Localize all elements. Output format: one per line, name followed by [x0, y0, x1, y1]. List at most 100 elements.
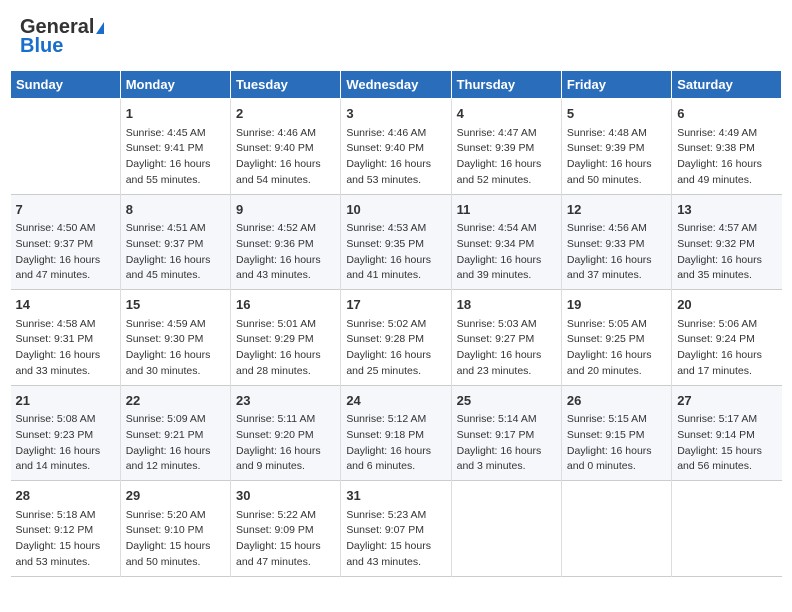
page-header: General Blue — [10, 10, 782, 64]
calendar-cell — [11, 99, 121, 195]
cell-content: Sunrise: 5:01 AMSunset: 9:29 PMDaylight:… — [236, 317, 335, 380]
logo: General Blue — [20, 16, 104, 58]
cell-content: Sunrise: 4:59 AMSunset: 9:30 PMDaylight:… — [126, 317, 225, 380]
calendar-cell: 20Sunrise: 5:06 AMSunset: 9:24 PMDayligh… — [672, 290, 782, 386]
calendar-cell: 8Sunrise: 4:51 AMSunset: 9:37 PMDaylight… — [120, 194, 230, 290]
day-header-wednesday: Wednesday — [341, 71, 451, 99]
day-number: 30 — [236, 486, 335, 506]
calendar-cell — [672, 481, 782, 577]
cell-content: Sunrise: 4:45 AMSunset: 9:41 PMDaylight:… — [126, 126, 225, 189]
cell-content: Sunrise: 5:15 AMSunset: 9:15 PMDaylight:… — [567, 412, 666, 475]
calendar-header-row: SundayMondayTuesdayWednesdayThursdayFrid… — [11, 71, 782, 99]
day-number: 5 — [567, 104, 666, 124]
calendar-week-row: 28Sunrise: 5:18 AMSunset: 9:12 PMDayligh… — [11, 481, 782, 577]
day-number: 22 — [126, 391, 225, 411]
cell-content: Sunrise: 5:11 AMSunset: 9:20 PMDaylight:… — [236, 412, 335, 475]
calendar-week-row: 7Sunrise: 4:50 AMSunset: 9:37 PMDaylight… — [11, 194, 782, 290]
cell-content: Sunrise: 4:54 AMSunset: 9:34 PMDaylight:… — [457, 221, 556, 284]
calendar-cell: 21Sunrise: 5:08 AMSunset: 9:23 PMDayligh… — [11, 385, 121, 481]
day-number: 12 — [567, 200, 666, 220]
day-number: 23 — [236, 391, 335, 411]
day-number: 15 — [126, 295, 225, 315]
calendar-cell: 22Sunrise: 5:09 AMSunset: 9:21 PMDayligh… — [120, 385, 230, 481]
day-number: 19 — [567, 295, 666, 315]
day-number: 25 — [457, 391, 556, 411]
day-number: 14 — [16, 295, 115, 315]
day-number: 9 — [236, 200, 335, 220]
calendar-cell: 24Sunrise: 5:12 AMSunset: 9:18 PMDayligh… — [341, 385, 451, 481]
day-number: 27 — [677, 391, 776, 411]
calendar-cell: 16Sunrise: 5:01 AMSunset: 9:29 PMDayligh… — [231, 290, 341, 386]
day-number: 1 — [126, 104, 225, 124]
cell-content: Sunrise: 4:48 AMSunset: 9:39 PMDaylight:… — [567, 126, 666, 189]
day-number: 10 — [346, 200, 445, 220]
cell-content: Sunrise: 4:51 AMSunset: 9:37 PMDaylight:… — [126, 221, 225, 284]
cell-content: Sunrise: 4:58 AMSunset: 9:31 PMDaylight:… — [16, 317, 115, 380]
calendar-cell: 7Sunrise: 4:50 AMSunset: 9:37 PMDaylight… — [11, 194, 121, 290]
logo-blue: Blue — [20, 35, 63, 58]
day-number: 31 — [346, 486, 445, 506]
cell-content: Sunrise: 5:23 AMSunset: 9:07 PMDaylight:… — [346, 508, 445, 571]
day-number: 29 — [126, 486, 225, 506]
day-number: 28 — [16, 486, 115, 506]
day-number: 17 — [346, 295, 445, 315]
calendar-week-row: 1Sunrise: 4:45 AMSunset: 9:41 PMDaylight… — [11, 99, 782, 195]
cell-content: Sunrise: 5:17 AMSunset: 9:14 PMDaylight:… — [677, 412, 776, 475]
calendar-cell: 23Sunrise: 5:11 AMSunset: 9:20 PMDayligh… — [231, 385, 341, 481]
cell-content: Sunrise: 5:18 AMSunset: 9:12 PMDaylight:… — [16, 508, 115, 571]
calendar-cell: 19Sunrise: 5:05 AMSunset: 9:25 PMDayligh… — [561, 290, 671, 386]
cell-content: Sunrise: 4:52 AMSunset: 9:36 PMDaylight:… — [236, 221, 335, 284]
calendar-cell: 27Sunrise: 5:17 AMSunset: 9:14 PMDayligh… — [672, 385, 782, 481]
logo-triangle-icon — [96, 22, 104, 34]
cell-content: Sunrise: 5:08 AMSunset: 9:23 PMDaylight:… — [16, 412, 115, 475]
cell-content: Sunrise: 5:02 AMSunset: 9:28 PMDaylight:… — [346, 317, 445, 380]
day-number: 13 — [677, 200, 776, 220]
cell-content: Sunrise: 5:14 AMSunset: 9:17 PMDaylight:… — [457, 412, 556, 475]
cell-content: Sunrise: 5:20 AMSunset: 9:10 PMDaylight:… — [126, 508, 225, 571]
day-header-tuesday: Tuesday — [231, 71, 341, 99]
cell-content: Sunrise: 5:22 AMSunset: 9:09 PMDaylight:… — [236, 508, 335, 571]
cell-content: Sunrise: 5:05 AMSunset: 9:25 PMDaylight:… — [567, 317, 666, 380]
calendar-cell: 17Sunrise: 5:02 AMSunset: 9:28 PMDayligh… — [341, 290, 451, 386]
calendar-cell: 29Sunrise: 5:20 AMSunset: 9:10 PMDayligh… — [120, 481, 230, 577]
cell-content: Sunrise: 5:06 AMSunset: 9:24 PMDaylight:… — [677, 317, 776, 380]
calendar-cell: 31Sunrise: 5:23 AMSunset: 9:07 PMDayligh… — [341, 481, 451, 577]
calendar-cell: 1Sunrise: 4:45 AMSunset: 9:41 PMDaylight… — [120, 99, 230, 195]
cell-content: Sunrise: 4:56 AMSunset: 9:33 PMDaylight:… — [567, 221, 666, 284]
day-header-saturday: Saturday — [672, 71, 782, 99]
cell-content: Sunrise: 5:09 AMSunset: 9:21 PMDaylight:… — [126, 412, 225, 475]
day-number: 11 — [457, 200, 556, 220]
calendar-cell: 10Sunrise: 4:53 AMSunset: 9:35 PMDayligh… — [341, 194, 451, 290]
cell-content: Sunrise: 4:46 AMSunset: 9:40 PMDaylight:… — [236, 126, 335, 189]
day-number: 3 — [346, 104, 445, 124]
cell-content: Sunrise: 4:50 AMSunset: 9:37 PMDaylight:… — [16, 221, 115, 284]
cell-content: Sunrise: 5:12 AMSunset: 9:18 PMDaylight:… — [346, 412, 445, 475]
calendar-cell: 15Sunrise: 4:59 AMSunset: 9:30 PMDayligh… — [120, 290, 230, 386]
day-number: 4 — [457, 104, 556, 124]
calendar-cell: 18Sunrise: 5:03 AMSunset: 9:27 PMDayligh… — [451, 290, 561, 386]
calendar-cell — [451, 481, 561, 577]
calendar-week-row: 21Sunrise: 5:08 AMSunset: 9:23 PMDayligh… — [11, 385, 782, 481]
calendar-cell: 12Sunrise: 4:56 AMSunset: 9:33 PMDayligh… — [561, 194, 671, 290]
calendar-cell: 5Sunrise: 4:48 AMSunset: 9:39 PMDaylight… — [561, 99, 671, 195]
calendar-cell: 26Sunrise: 5:15 AMSunset: 9:15 PMDayligh… — [561, 385, 671, 481]
day-number: 8 — [126, 200, 225, 220]
day-number: 16 — [236, 295, 335, 315]
calendar-cell: 3Sunrise: 4:46 AMSunset: 9:40 PMDaylight… — [341, 99, 451, 195]
calendar-cell: 30Sunrise: 5:22 AMSunset: 9:09 PMDayligh… — [231, 481, 341, 577]
day-number: 24 — [346, 391, 445, 411]
day-number: 6 — [677, 104, 776, 124]
cell-content: Sunrise: 4:57 AMSunset: 9:32 PMDaylight:… — [677, 221, 776, 284]
cell-content: Sunrise: 4:47 AMSunset: 9:39 PMDaylight:… — [457, 126, 556, 189]
calendar-week-row: 14Sunrise: 4:58 AMSunset: 9:31 PMDayligh… — [11, 290, 782, 386]
day-number: 18 — [457, 295, 556, 315]
day-header-friday: Friday — [561, 71, 671, 99]
day-number: 7 — [16, 200, 115, 220]
calendar-cell: 25Sunrise: 5:14 AMSunset: 9:17 PMDayligh… — [451, 385, 561, 481]
calendar-cell: 2Sunrise: 4:46 AMSunset: 9:40 PMDaylight… — [231, 99, 341, 195]
calendar-cell: 28Sunrise: 5:18 AMSunset: 9:12 PMDayligh… — [11, 481, 121, 577]
calendar-cell — [561, 481, 671, 577]
day-header-sunday: Sunday — [11, 71, 121, 99]
day-number: 26 — [567, 391, 666, 411]
calendar-cell: 9Sunrise: 4:52 AMSunset: 9:36 PMDaylight… — [231, 194, 341, 290]
